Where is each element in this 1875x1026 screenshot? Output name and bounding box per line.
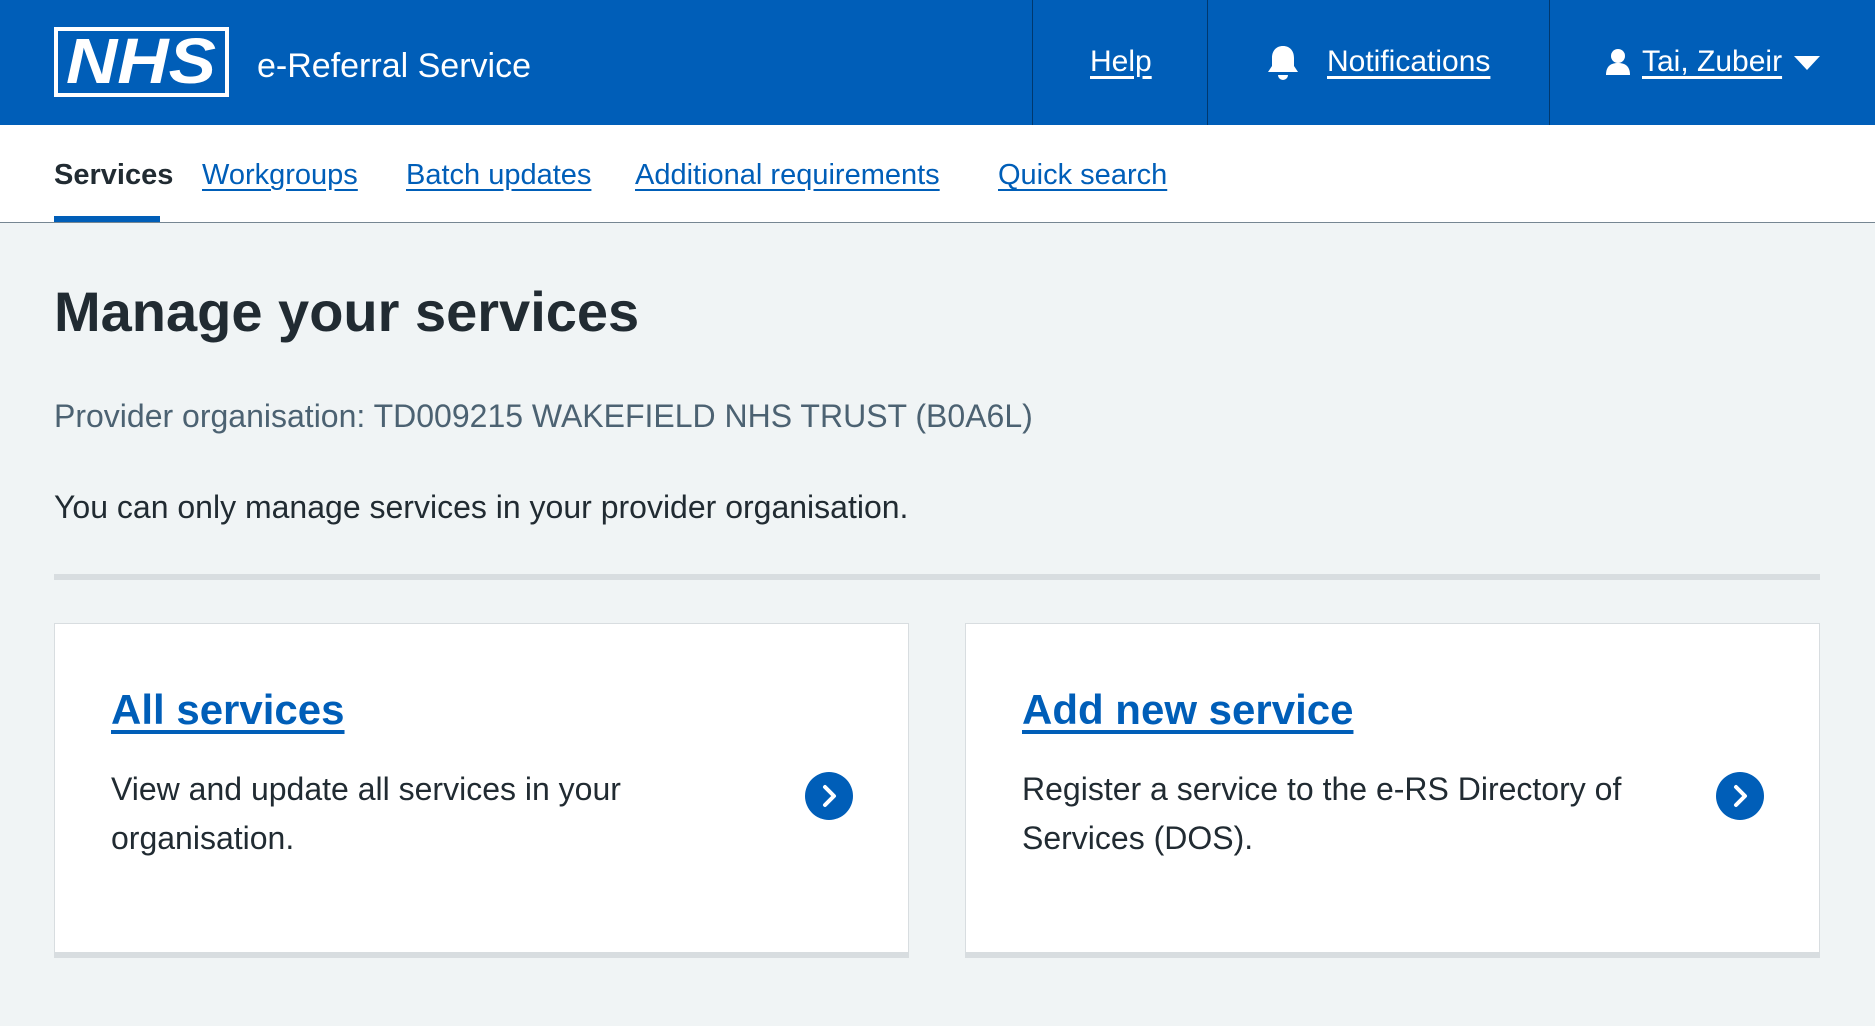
bell-icon [1266, 44, 1300, 87]
notifications-link[interactable]: Notifications [1327, 42, 1490, 82]
all-services-card[interactable]: All services View and update all service… [54, 623, 909, 958]
chevron-right-circle-icon [1716, 772, 1764, 820]
user-menu-link[interactable]: Tai, Zubeir [1642, 42, 1782, 82]
add-new-service-link[interactable]: Add new service [1022, 684, 1353, 736]
user-icon [1605, 48, 1631, 81]
help-link[interactable]: Help [1090, 42, 1152, 82]
page-title: Manage your services [54, 280, 640, 343]
section-divider [54, 574, 1820, 580]
chevron-right-circle-icon [805, 772, 853, 820]
add-new-service-card[interactable]: Add new service Register a service to th… [965, 623, 1820, 958]
nhs-logo-mark: NHS [54, 27, 229, 97]
nav-item-quick-search[interactable]: Quick search [998, 157, 1167, 193]
caret-down-icon[interactable] [1793, 54, 1821, 77]
nhs-logo[interactable]: NHS [54, 27, 229, 97]
service-name: e-Referral Service [257, 47, 531, 85]
nav-item-services[interactable]: Services [54, 157, 173, 193]
header-divider [1207, 0, 1208, 125]
nav-item-workgroups[interactable]: Workgroups [202, 157, 358, 193]
lead-text: You can only manage services in your pro… [54, 489, 909, 525]
nhs-logo-text: NHS [66, 27, 216, 97]
card-description: View and update all services in your org… [111, 771, 621, 856]
all-services-link[interactable]: All services [111, 684, 345, 736]
nav-active-indicator [54, 216, 160, 222]
card-description: Register a service to the e-RS Directory… [1022, 771, 1622, 856]
header-divider [1549, 0, 1550, 125]
header-divider [1032, 0, 1033, 125]
provider-organisation: Provider organisation: TD009215 WAKEFIEL… [54, 398, 1033, 434]
nav-item-batch-updates[interactable]: Batch updates [406, 157, 591, 193]
site-header: NHS e-Referral Service Help Notification… [0, 0, 1875, 125]
primary-nav: Services Workgroups Batch updates Additi… [0, 125, 1875, 223]
nav-item-additional-requirements[interactable]: Additional requirements [635, 157, 940, 193]
